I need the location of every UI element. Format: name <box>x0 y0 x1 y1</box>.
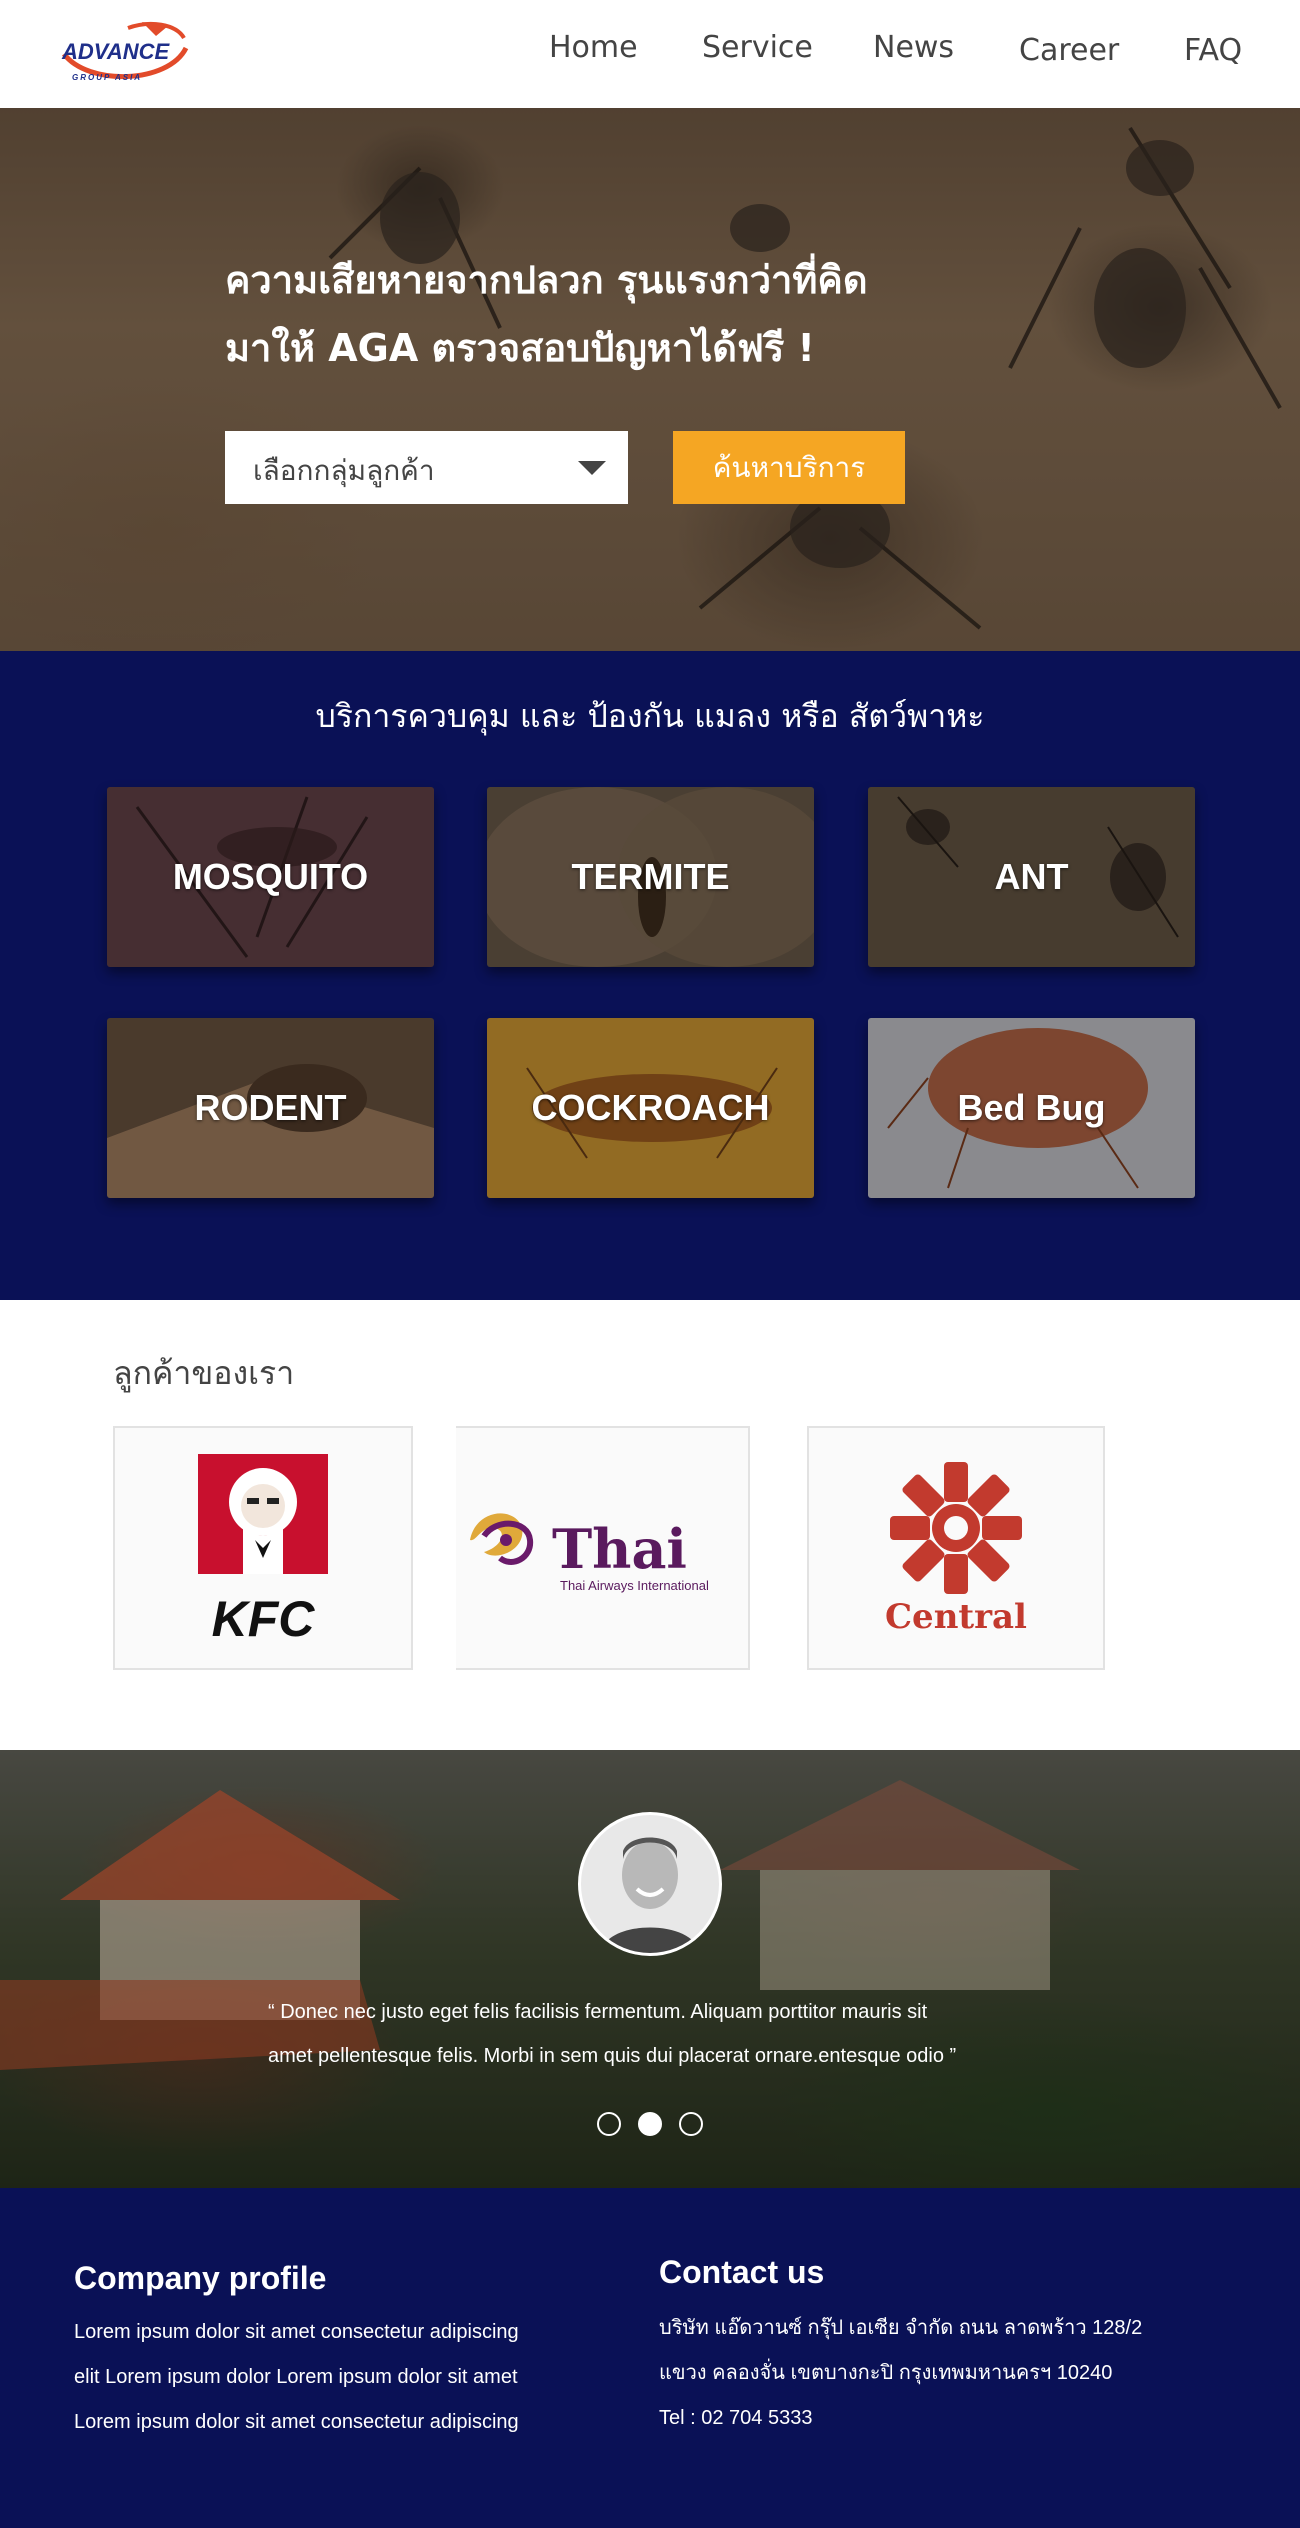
kfc-logo-text: KFC <box>212 1591 316 1647</box>
customer-group-select[interactable]: เลือกกลุ่มลูกค้า <box>225 431 628 504</box>
service-card-label: COCKROACH <box>531 1087 770 1128</box>
testimonial-quote: “ Donec nec justo eget felis facilisis f… <box>268 1990 1048 2078</box>
company-profile-line: elit Lorem ipsum dolor Lorem ipsum dolor… <box>74 2366 518 2388</box>
carousel-dot-3[interactable] <box>679 2112 703 2136</box>
services-title: บริการควบคุม และ ป้องกัน แมลง หรือ สัตว์… <box>315 697 985 735</box>
logo-subtext: GROUP ASIA <box>72 73 142 82</box>
logo-wordmark: ADVANCE <box>61 39 170 64</box>
central-logo-icon: Central <box>885 1462 1027 1637</box>
company-profile-line: Lorem ipsum dolor sit amet consectetur a… <box>74 2321 519 2343</box>
contact-us-title: Contact us <box>659 2254 825 2290</box>
service-card-termite[interactable]: TERMITE <box>487 787 814 967</box>
clients-title: ลูกค้าของเรา <box>113 1354 295 1392</box>
hero-title-line-1: ความเสียหายจากปลวก รุนแรงกว่าที่คิด <box>225 258 868 302</box>
thai-airways-logo-icon: Thai Thai Airways International <box>470 1513 709 1593</box>
central-logo-text: Central <box>885 1597 1027 1637</box>
service-card-label: ANT <box>994 856 1069 897</box>
nav-link-news[interactable]: News <box>873 30 954 65</box>
person-avatar-icon <box>581 1815 719 1953</box>
company-profile-title: Company profile <box>74 2260 327 2296</box>
service-card-rodent[interactable]: RODENT <box>107 1018 434 1198</box>
service-card-bed-bug[interactable]: Bed Bug <box>868 1018 1195 1198</box>
top-navigation: ADVANCE GROUP ASIA Home Service News Car… <box>0 0 1300 108</box>
testimonial-quote-line-1: “ Donec nec justo eget felis facilisis f… <box>268 2001 928 2023</box>
customer-group-select-label: เลือกกลุ่มลูกค้า <box>253 454 435 487</box>
service-card-label: Bed Bug <box>957 1087 1106 1128</box>
nav-link-home[interactable]: Home <box>549 30 638 65</box>
contact-address-line-2: แขวง คลองจั่น เขตบางกะปิ กรุงเทพมหานครฯ … <box>659 2362 1113 2384</box>
company-logo[interactable]: ADVANCE GROUP ASIA <box>58 14 194 90</box>
caret-down-icon <box>578 461 606 475</box>
company-profile-text: Lorem ipsum dolor sit amet consectetur a… <box>74 2310 519 2445</box>
service-card-label: RODENT <box>194 1087 347 1128</box>
contact-address-line-1: บริษัท แอ๊ดวานซ์ กรุ๊ป เอเซีย จำกัด ถนน … <box>659 2317 1143 2339</box>
hero-title: ความเสียหายจากปลวก รุนแรงกว่าที่คิด มาให… <box>225 246 1025 382</box>
client-logo-central[interactable]: Central <box>807 1426 1105 1670</box>
clients-section: ลูกค้าของเรา KFC Thai Thai Airways Inter… <box>0 1300 1300 1750</box>
services-section: บริการควบคุม และ ป้องกัน แมลง หรือ สัตว์… <box>0 651 1300 1300</box>
service-card-mosquito[interactable]: MOSQUITO <box>107 787 434 967</box>
client-logo-thai-airways[interactable]: Thai Thai Airways International <box>456 1426 750 1670</box>
hero-title-line-2: มาให้ AGA ตรวจสอบปัญหาได้ฟรี ! <box>225 326 815 370</box>
nav-link-career[interactable]: Career <box>1019 33 1119 68</box>
carousel-dot-1[interactable] <box>597 2112 621 2136</box>
nav-link-service[interactable]: Service <box>702 30 813 65</box>
kfc-logo-icon: KFC <box>198 1454 328 1647</box>
nav-link-faq[interactable]: FAQ <box>1184 33 1242 68</box>
thai-logo-subtext: Thai Airways International <box>560 1578 709 1593</box>
carousel-dot-2[interactable] <box>638 2112 662 2136</box>
company-profile-line: Lorem ipsum dolor sit amet consectetur a… <box>74 2411 519 2433</box>
service-card-label: MOSQUITO <box>172 856 369 897</box>
testimonial-avatar <box>578 1812 722 1956</box>
footer: Company profile Lorem ipsum dolor sit am… <box>0 2188 1300 2528</box>
service-card-label: TERMITE <box>571 856 730 897</box>
hero-banner: ความเสียหายจากปลวก รุนแรงกว่าที่คิด มาให… <box>0 108 1300 651</box>
contact-us-text: บริษัท แอ๊ดวานซ์ กรุ๊ป เอเซีย จำกัด ถนน … <box>659 2306 1142 2441</box>
contact-phone[interactable]: Tel : 02 704 5333 <box>659 2396 1142 2441</box>
testimonial-section: “ Donec nec justo eget felis facilisis f… <box>0 1750 1300 2188</box>
search-service-button[interactable]: ค้นหาบริการ <box>673 431 905 504</box>
service-card-ant[interactable]: ANT <box>868 787 1195 967</box>
client-logo-kfc[interactable]: KFC <box>113 1426 413 1670</box>
thai-logo-text: Thai <box>552 1517 687 1581</box>
service-card-cockroach[interactable]: COCKROACH <box>487 1018 814 1198</box>
advance-logo-icon: ADVANCE GROUP ASIA <box>61 21 189 82</box>
testimonial-quote-line-2: amet pellentesque felis. Morbi in sem qu… <box>268 2045 957 2067</box>
